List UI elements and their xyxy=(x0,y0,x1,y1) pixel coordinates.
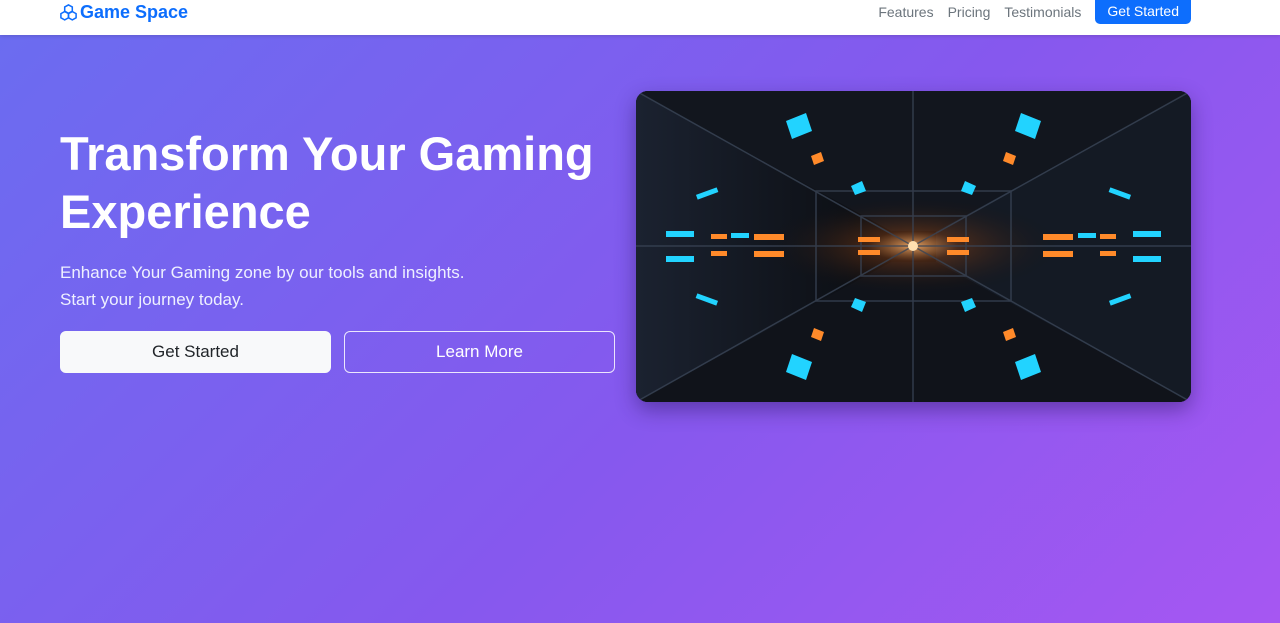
get-started-button[interactable]: Get Started xyxy=(60,331,331,373)
nav-get-started-button[interactable]: Get Started xyxy=(1095,0,1191,24)
hero-title: Transform Your Gaming Experience xyxy=(60,127,594,238)
hero-subtitle-line-1: Enhance Your Gaming zone by our tools an… xyxy=(60,263,465,282)
boxes-icon xyxy=(60,3,77,21)
hero-subtitle-line-2: Start your journey today. xyxy=(60,290,244,309)
hero-subtitle: Enhance Your Gaming zone by our tools an… xyxy=(60,259,580,313)
nav-link-pricing[interactable]: Pricing xyxy=(948,4,991,20)
nav-link-testimonials[interactable]: Testimonials xyxy=(1004,4,1081,20)
brand-name: Game Space xyxy=(80,1,189,22)
nav-links: Features Pricing Testimonials Get Starte… xyxy=(878,0,1191,24)
neon-corridor-image xyxy=(636,91,1191,402)
hero-image xyxy=(636,91,1191,402)
navbar: Game Space Features Pricing Testimonials… xyxy=(0,0,1280,35)
learn-more-button[interactable]: Learn More xyxy=(344,331,615,373)
nav-link-features[interactable]: Features xyxy=(878,4,933,20)
hero-section: Transform Your Gaming Experience Enhance… xyxy=(0,35,1280,623)
brand-link[interactable]: Game Space xyxy=(59,1,188,23)
